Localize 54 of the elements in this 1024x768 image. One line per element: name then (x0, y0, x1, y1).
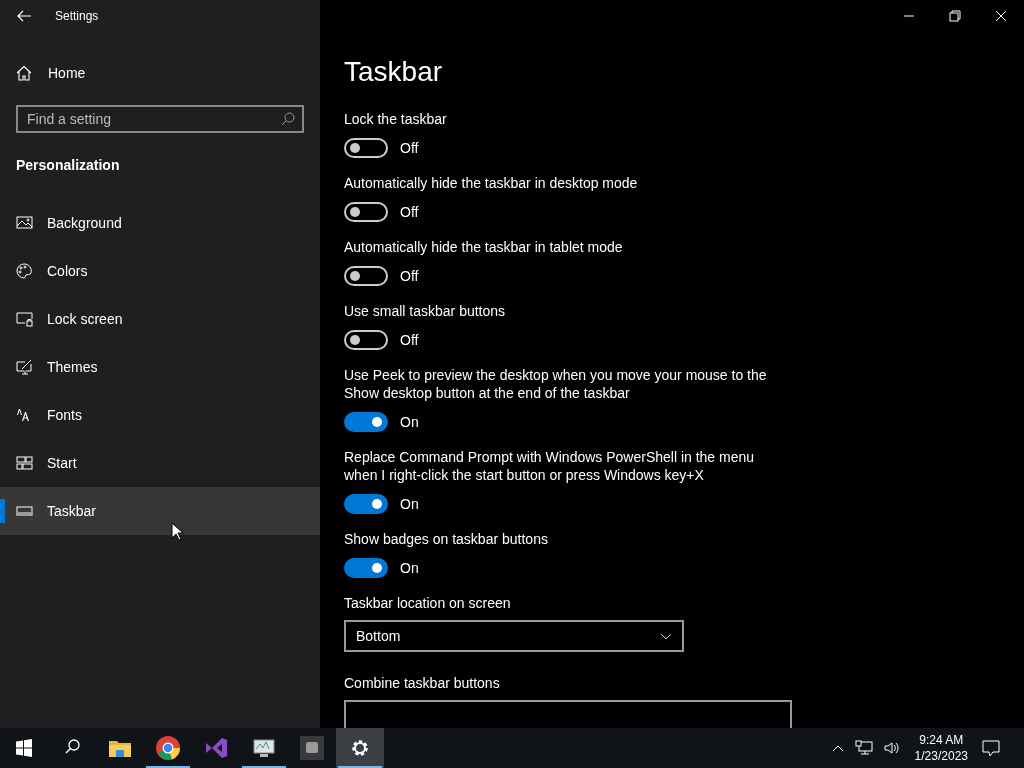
toggle-switch[interactable] (344, 412, 388, 432)
search-field[interactable]: Find a setting (16, 105, 304, 133)
home-icon (16, 65, 32, 81)
selection-indicator (0, 499, 5, 523)
setting-label: Use Peek to preview the desktop when you move your mouse to the Show desktop button at the end of the taskbar (344, 366, 768, 402)
section-heading: Personalization (15, 157, 121, 175)
nav-item[interactable]: Lock screen (0, 295, 320, 343)
toggle-switch[interactable] (344, 266, 388, 286)
home-link[interactable]: Home (0, 49, 320, 97)
toggle-switch[interactable] (344, 330, 388, 350)
toggle-switch[interactable] (344, 138, 388, 158)
toggle-state: Off (400, 140, 419, 156)
toggle-switch[interactable] (344, 202, 388, 222)
toggle-switch[interactable] (344, 494, 388, 514)
setting-label: Automatically hide the taskbar in tablet mode (344, 238, 624, 256)
nav-item[interactable]: Start (0, 439, 320, 487)
notification-icon[interactable] (982, 739, 1000, 757)
clock[interactable]: 9:24 AM 1/23/2023 (914, 732, 968, 764)
cursor-icon (171, 522, 183, 541)
tiles-icon (16, 455, 33, 471)
network-icon[interactable] (854, 740, 873, 756)
setting-label: Lock the taskbar (344, 110, 448, 128)
toggle-state: On (400, 414, 419, 430)
lock-screen-icon (16, 311, 33, 327)
search-icon (281, 112, 295, 126)
back-icon[interactable] (17, 10, 31, 22)
setting-label: Replace Command Prompt with Windows PowerShell in the menu when I right-click the start button or press Windows key+X (344, 448, 756, 484)
nav-item[interactable]: Colors (0, 247, 320, 295)
dropdown[interactable]: Bottom (344, 620, 684, 652)
palette-icon (16, 263, 33, 279)
gear-icon[interactable] (336, 728, 384, 768)
toggle-state: Off (400, 268, 419, 284)
nav-item[interactable]: Taskbar (0, 487, 320, 535)
window-title: Settings (55, 9, 99, 23)
nav-item[interactable]: Background (0, 199, 320, 247)
setting-label: Automatically hide the taskbar in desktop mode (344, 174, 639, 192)
setting-label: Taskbar location on screen (344, 594, 512, 612)
picture-icon (16, 215, 33, 231)
setting-label: Show badges on taskbar buttons (344, 530, 549, 548)
toggle-state: On (400, 560, 419, 576)
chevron-icon (660, 632, 672, 640)
page-title: Taskbar (344, 55, 444, 89)
chevron-up-icon[interactable] (831, 744, 844, 752)
taskbar-icon (16, 503, 33, 519)
nav-item[interactable]: Fonts (0, 391, 320, 439)
speaker-icon[interactable] (883, 741, 900, 755)
toggle-state: On (400, 496, 419, 512)
themes-icon (16, 359, 33, 375)
toggle-state: Off (400, 332, 419, 348)
nav-item[interactable]: Themes (0, 343, 320, 391)
setting-label: Combine taskbar buttons (344, 674, 501, 692)
toggle-state: Off (400, 204, 419, 220)
toggle-switch[interactable] (344, 558, 388, 578)
setting-label: Use small taskbar buttons (344, 302, 507, 320)
